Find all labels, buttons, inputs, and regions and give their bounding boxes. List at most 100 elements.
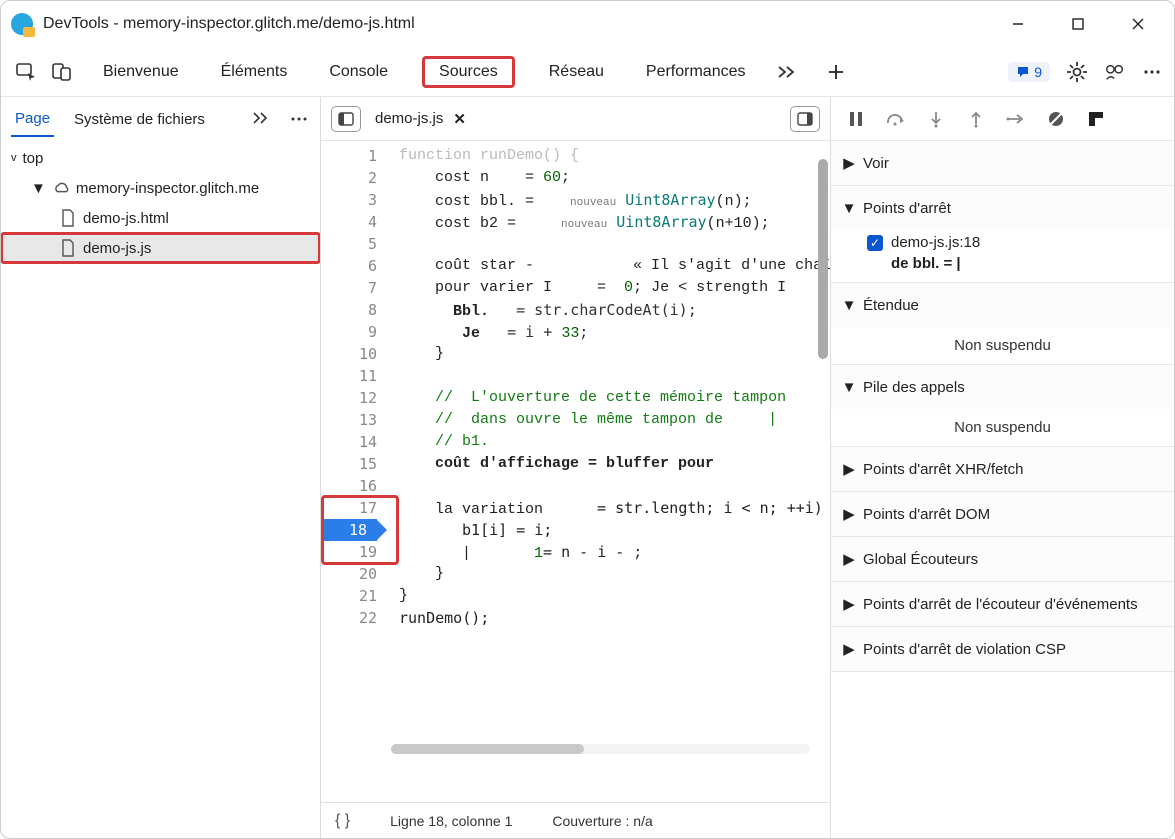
horizontal-scrollbar[interactable] <box>391 744 810 754</box>
section-title: Voir <box>863 155 889 172</box>
section-header[interactable]: ▼ Points d'arrêt <box>831 186 1174 230</box>
minimize-button[interactable] <box>1002 8 1034 40</box>
section-header[interactable]: ▶ Points d'arrêt XHR/fetch <box>831 447 1174 491</box>
breakpoints-list: ✓ demo-js.js:18 de bbl. = | <box>831 230 1174 282</box>
step-out-icon[interactable] <box>965 108 987 130</box>
more-tabs-chevron-icon[interactable] <box>777 65 797 79</box>
editor-file-tab[interactable]: demo-js.js ✕ <box>371 104 470 134</box>
caret-right-icon: ▶ <box>843 460 855 478</box>
section-title: Pile des appels <box>863 379 965 396</box>
step-icon[interactable] <box>1005 108 1027 130</box>
line-gutter[interactable]: 12345678910111213141516171819202122 <box>321 141 387 802</box>
main-toolbar: Bienvenue Éléments Console Sources Résea… <box>1 47 1174 97</box>
breakpoint-code: de bbl. = | <box>867 255 1158 272</box>
scrollbar-thumb[interactable] <box>391 744 584 754</box>
debugger-toolbar <box>831 97 1174 141</box>
caret-down-icon: ▼ <box>31 180 46 197</box>
deactivate-breakpoints-icon[interactable] <box>1045 108 1067 130</box>
main-area: Page Système de fichiers v top ▼ memory-… <box>1 97 1174 838</box>
device-toggle-icon[interactable] <box>49 59 75 85</box>
navigator-tab-page[interactable]: Page <box>11 102 54 137</box>
devtools-window: DevTools - memory-inspector.glitch.me/de… <box>0 0 1175 839</box>
editor-panel: demo-js.js ✕ 123456789101112131415161718… <box>321 97 830 838</box>
section-title: Points d'arrêt <box>863 200 951 217</box>
section-header[interactable]: ▶ Points d'arrêt de violation CSP <box>831 627 1174 671</box>
section-title: Points d'arrêt de l'écouteur d'événement… <box>863 596 1138 613</box>
section-title: Points d'arrêt DOM <box>863 506 990 523</box>
titlebar: DevTools - memory-inspector.glitch.me/de… <box>1 1 1174 47</box>
navigator-tab-filesystem[interactable]: Système de fichiers <box>70 103 209 136</box>
caret-down-icon: v <box>11 152 17 164</box>
settings-gear-icon[interactable] <box>1066 61 1088 83</box>
feedback-icon[interactable] <box>1104 61 1126 83</box>
window-title: DevTools - memory-inspector.glitch.me/de… <box>43 15 415 33</box>
edge-app-icon <box>11 13 33 35</box>
editor[interactable]: 12345678910111213141516171819202122 func… <box>321 141 830 802</box>
editor-header: demo-js.js ✕ <box>321 97 830 141</box>
caret-right-icon: ▶ <box>843 154 855 172</box>
add-panel-button[interactable] <box>827 63 845 81</box>
maximize-button[interactable] <box>1062 8 1094 40</box>
section-body: Non suspendu <box>831 327 1174 364</box>
caret-down-icon: ▼ <box>843 297 855 314</box>
close-tab-icon[interactable]: ✕ <box>453 110 466 128</box>
tree-file-label: demo-js.html <box>83 210 169 227</box>
caret-right-icon: ▶ <box>843 550 855 568</box>
toggle-navigator-button[interactable] <box>331 106 361 132</box>
section-title: Points d'arrêt de violation CSP <box>863 641 1066 658</box>
caret-right-icon: ▶ <box>843 595 855 613</box>
pause-exceptions-icon[interactable] <box>1085 108 1107 130</box>
section-header[interactable]: ▶ Voir <box>831 141 1174 185</box>
tree-host[interactable]: ▼ memory-inspector.glitch.me <box>1 173 320 203</box>
tree-host-label: memory-inspector.glitch.me <box>76 180 259 197</box>
inspect-element-icon[interactable] <box>13 59 39 85</box>
caret-down-icon: ▼ <box>843 200 855 217</box>
tab-performance[interactable]: Performances <box>638 57 754 87</box>
issues-chip[interactable]: 9 <box>1008 62 1050 82</box>
file-icon <box>59 239 77 257</box>
tree-file-js[interactable]: demo-js.js <box>1 233 320 263</box>
breakpoint-item[interactable]: ✓ demo-js.js:18 <box>867 234 1158 251</box>
caret-down-icon: ▼ <box>843 379 855 396</box>
close-button[interactable] <box>1122 8 1154 40</box>
section-title: Étendue <box>863 297 919 314</box>
tab-network[interactable]: Réseau <box>541 57 612 87</box>
tab-sources[interactable]: Sources <box>422 56 515 88</box>
navigator-kebab-icon[interactable] <box>290 110 308 128</box>
section-header[interactable]: ▶ Points d'arrêt DOM <box>831 492 1174 536</box>
tab-elements[interactable]: Éléments <box>213 57 296 87</box>
tree-file-html[interactable]: demo-js.html <box>1 203 320 233</box>
section-header[interactable]: ▶Global Écouteurs <box>831 537 1174 581</box>
navigator-tabs: Page Système de fichiers <box>1 97 320 141</box>
breakpoint-location: demo-js.js:18 <box>891 234 980 251</box>
editor-filename: demo-js.js <box>375 110 443 127</box>
section-header[interactable]: ▶ Points d'arrêt de l'écouteur d'événemen… <box>831 582 1174 626</box>
navigator-more-chevron-icon[interactable] <box>252 111 270 127</box>
section-header[interactable]: ▼ Étendue <box>831 283 1174 327</box>
caret-right-icon: ▶ <box>843 640 855 658</box>
toggle-debugger-button[interactable] <box>790 106 820 132</box>
kebab-menu-icon[interactable] <box>1142 62 1162 82</box>
tree-root-label: top <box>23 150 44 167</box>
panel-tabs: Bienvenue Éléments Console Sources Résea… <box>95 56 753 88</box>
section-header[interactable]: ▼ Pile des appels <box>831 365 1174 409</box>
window-controls <box>1002 8 1164 40</box>
editor-statusbar: { } Ligne 18, colonne 1 Couverture : n/a <box>321 802 830 838</box>
checkbox-checked-icon[interactable]: ✓ <box>867 235 883 251</box>
pause-icon[interactable] <box>845 108 867 130</box>
caret-right-icon: ▶ <box>843 505 855 523</box>
issues-count: 9 <box>1034 64 1042 80</box>
section-title: Points d'arrêt XHR/fetch <box>863 461 1023 478</box>
tab-welcome[interactable]: Bienvenue <box>95 57 187 87</box>
code-area[interactable]: function runDemo() { cost n = 60; cost b… <box>387 141 830 802</box>
debugger-panel: ▶ Voir ▼ Points d'arrêt ✓ demo-js.js:18 de bbl… <box>830 97 1174 838</box>
step-into-icon[interactable] <box>925 108 947 130</box>
tab-console[interactable]: Console <box>321 57 396 87</box>
file-icon <box>59 209 77 227</box>
tree-root-top[interactable]: v top <box>1 143 320 173</box>
section-body: Non suspendu <box>831 409 1174 446</box>
navigator-panel: Page Système de fichiers v top ▼ memory-… <box>1 97 321 838</box>
editor-vertical-scrollbar[interactable] <box>818 159 828 359</box>
step-over-icon[interactable] <box>885 108 907 130</box>
pretty-print-icon[interactable]: { } <box>335 812 350 830</box>
